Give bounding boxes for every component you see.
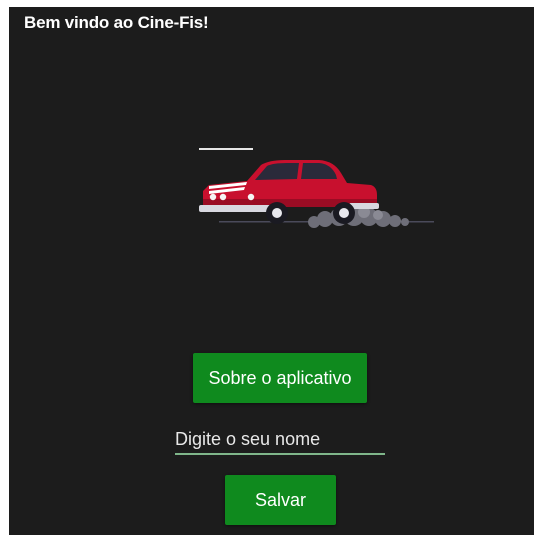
app-title: Bem vindo ao Cine-Fis! (24, 13, 209, 32)
app-screen: Bem vindo ao Cine-Fis! Sobre o aplicativ… (9, 7, 534, 535)
red-car-icon (199, 148, 434, 228)
name-input[interactable] (175, 425, 385, 455)
about-app-button[interactable]: Sobre o aplicativo (193, 353, 367, 403)
save-button[interactable]: Salvar (225, 475, 336, 525)
